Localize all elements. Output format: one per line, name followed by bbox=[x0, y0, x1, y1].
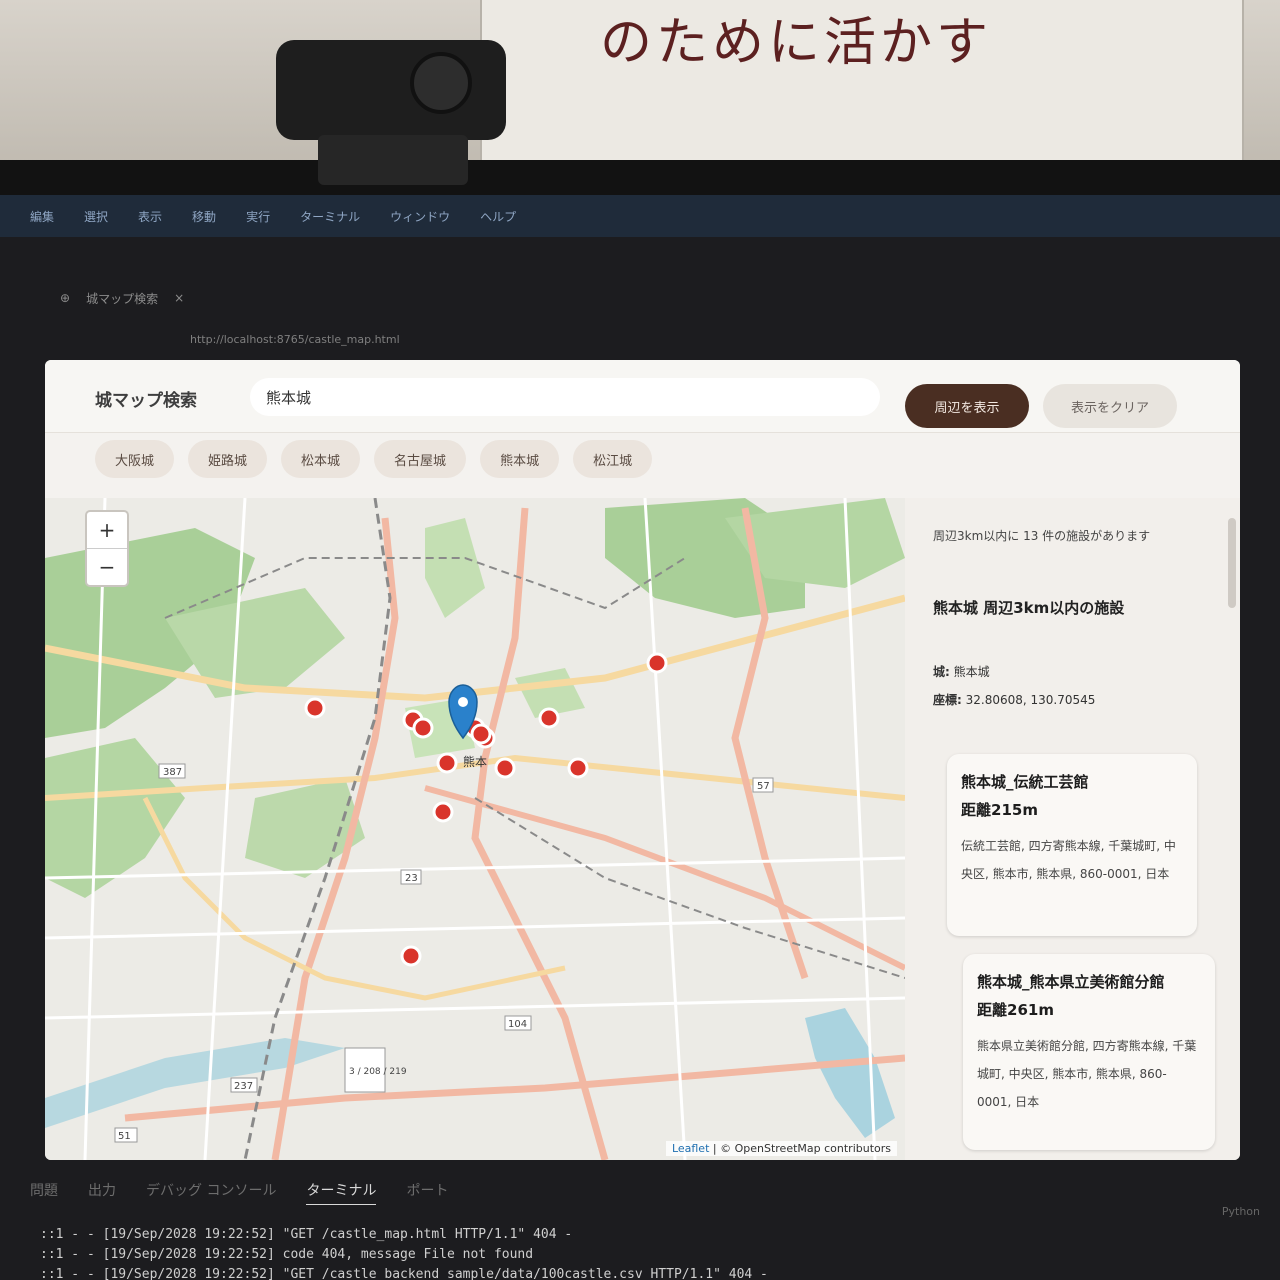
close-icon[interactable]: × bbox=[174, 291, 184, 305]
preset-chip[interactable]: 熊本城 bbox=[480, 440, 560, 478]
preset-chip[interactable]: 姫路城 bbox=[188, 440, 268, 478]
menu-item[interactable]: 実行 bbox=[246, 208, 270, 225]
preset-chip[interactable]: 名古屋城 bbox=[374, 440, 467, 478]
road-number-label: 237 bbox=[234, 1081, 253, 1092]
tab-output[interactable]: 出力 bbox=[88, 1180, 116, 1205]
railway bbox=[474, 797, 905, 979]
menu-item[interactable]: ヘルプ bbox=[480, 208, 516, 225]
road-number-label: 57 bbox=[757, 781, 770, 792]
tab-ports[interactable]: ポート bbox=[406, 1180, 448, 1205]
coord-label: 座標: bbox=[933, 693, 962, 707]
park-area bbox=[425, 518, 485, 618]
results-scrollbar[interactable] bbox=[1228, 518, 1236, 608]
map-attribution: Leaflet | © OpenStreetMap contributors bbox=[665, 1141, 897, 1156]
road-number-label: 51 bbox=[118, 1131, 131, 1142]
preview-url[interactable]: http://localhost:8765/castle_map.html bbox=[190, 333, 400, 346]
monitor-screen: 編集 選択 表示 移動 実行 ターミナル ウィンドウ ヘルプ ⊕ 城マップ検索 … bbox=[0, 195, 1280, 1280]
result-heading: 熊本城 周辺3km以内の施設 bbox=[933, 599, 1125, 617]
road-number-label: 23 bbox=[405, 873, 418, 884]
facility-address: 伝統工芸館, 四方寄熊本線, 千葉城町, 中央区, 熊本市, 熊本県, 860-… bbox=[961, 839, 1176, 881]
terminal-line: ::1 - - [19/Sep/2028 19:22:52] code 404,… bbox=[40, 1247, 534, 1262]
station-label: 熊本 bbox=[463, 754, 487, 769]
leaflet-link[interactable]: Leaflet bbox=[672, 1142, 709, 1155]
water-area bbox=[805, 1008, 895, 1138]
coord-value: 32.80608, 130.70545 bbox=[965, 693, 1096, 707]
menu-item[interactable]: 表示 bbox=[138, 208, 162, 225]
facility-card[interactable]: 熊本城_伝統工芸館 距離215m 伝統工芸館, 四方寄熊本線, 千葉城町, 中央… bbox=[947, 754, 1197, 936]
webcam bbox=[276, 40, 506, 140]
facility-name: 熊本城_伝統工芸館 bbox=[961, 773, 1089, 791]
editor-tab-title: 城マップ検索 bbox=[86, 291, 159, 306]
facility-distance: 距離215m bbox=[961, 801, 1038, 819]
facility-distance: 距離261m bbox=[977, 1001, 1054, 1019]
globe-icon: ⊕ bbox=[60, 291, 71, 305]
menu-item[interactable]: 移動 bbox=[192, 208, 216, 225]
show-nearby-button[interactable]: 周辺を表示 bbox=[905, 384, 1029, 428]
facility-address: 熊本県立美術館分館, 四方寄熊本線, 千葉城町, 中央区, 熊本市, 熊本県, … bbox=[977, 1039, 1197, 1109]
facility-marker[interactable] bbox=[432, 801, 454, 823]
results-panel: 周辺3km以内に 13 件の施設があります 熊本城 周辺3km以内の施設 城: … bbox=[905, 498, 1240, 1160]
facility-title: 熊本城_熊本県立美術館分館 距離261m bbox=[977, 968, 1201, 1024]
preset-chip[interactable]: 松本城 bbox=[281, 440, 361, 478]
facility-marker[interactable] bbox=[567, 757, 589, 779]
menu-item[interactable]: ウィンドウ bbox=[390, 208, 450, 225]
facility-title: 熊本城_伝統工芸館 距離215m bbox=[961, 768, 1183, 824]
webcam-clip bbox=[318, 135, 468, 185]
explorer-sidebar bbox=[0, 345, 40, 1045]
zoom-control: + − bbox=[85, 510, 129, 587]
editor-menubar: 編集 選択 表示 移動 実行 ターミナル ウィンドウ ヘルプ bbox=[0, 195, 1280, 237]
zoom-in-button[interactable]: + bbox=[87, 512, 127, 548]
castle-value: 熊本城 bbox=[953, 665, 990, 679]
result-summary: 周辺3km以内に 13 件の施設があります bbox=[933, 529, 1151, 543]
search-row: 城マップ検索 周辺を表示 表示をクリア bbox=[45, 360, 1240, 433]
map-view[interactable]: 387 57 23 104 237 51 3 / 208 / 219 熊本 + … bbox=[45, 498, 905, 1160]
bottom-panel-tabs: 問題 出力 デバッグ コンソール ターミナル ポート bbox=[30, 1180, 448, 1205]
editor-tab[interactable]: ⊕ 城マップ検索 × bbox=[60, 285, 184, 311]
terminal-line: ::1 - - [19/Sep/2028 19:22:52] "GET /cas… bbox=[40, 1227, 573, 1242]
preset-castle-list: 大阪城 姫路城 松本城 名古屋城 熊本城 松江城 bbox=[95, 440, 653, 478]
preset-chip[interactable]: 松江城 bbox=[573, 440, 653, 478]
browser-preview: 城マップ検索 周辺を表示 表示をクリア 大阪城 姫路城 松本城 名古屋城 熊本城… bbox=[45, 360, 1240, 1160]
webcam-lens bbox=[410, 52, 472, 114]
osm-attribution[interactable]: | © OpenStreetMap contributors bbox=[713, 1142, 891, 1155]
terminal-line: ::1 - - [19/Sep/2028 19:22:52] "GET /cas… bbox=[40, 1267, 768, 1280]
castle-info: 城: 熊本城 座標: 32.80608, 130.70545 bbox=[933, 658, 1095, 714]
castle-label: 城: bbox=[933, 665, 950, 679]
facility-marker[interactable] bbox=[470, 723, 492, 745]
terminal-language[interactable]: Python bbox=[1222, 1205, 1260, 1218]
facility-name: 熊本城_熊本県立美術館分館 bbox=[977, 973, 1165, 991]
road-number-label: 104 bbox=[508, 1019, 527, 1030]
preset-chip[interactable]: 大阪城 bbox=[95, 440, 175, 478]
poster-text: のために活かす bbox=[600, 13, 993, 73]
facility-marker[interactable] bbox=[304, 697, 326, 719]
facility-marker[interactable] bbox=[538, 707, 560, 729]
facility-marker[interactable] bbox=[412, 717, 434, 739]
road-number-label: 387 bbox=[163, 767, 182, 778]
tab-problems[interactable]: 問題 bbox=[30, 1180, 58, 1205]
terminal-output[interactable]: ::1 - - [19/Sep/2028 19:22:52] "GET /cas… bbox=[40, 1225, 768, 1280]
menu-item[interactable]: ターミナル bbox=[300, 208, 360, 225]
facility-marker[interactable] bbox=[400, 945, 422, 967]
zoom-out-button[interactable]: − bbox=[87, 548, 127, 585]
tab-debug-console[interactable]: デバッグ コンソール bbox=[146, 1180, 276, 1205]
road-number-label: 3 / 208 / 219 bbox=[349, 1067, 407, 1077]
facility-marker[interactable] bbox=[646, 652, 668, 674]
menu-item[interactable]: 選択 bbox=[84, 208, 108, 225]
clear-button[interactable]: 表示をクリア bbox=[1043, 384, 1177, 428]
castle-search-input[interactable] bbox=[250, 378, 880, 416]
facility-card[interactable]: 熊本城_熊本県立美術館分館 距離261m 熊本県立美術館分館, 四方寄熊本線, … bbox=[963, 954, 1215, 1150]
tab-terminal[interactable]: ターミナル bbox=[306, 1180, 377, 1205]
facility-marker[interactable] bbox=[494, 757, 516, 779]
facility-marker[interactable] bbox=[436, 752, 458, 774]
menu-item[interactable]: 編集 bbox=[30, 208, 54, 225]
app-title: 城マップ検索 bbox=[95, 391, 197, 411]
map-tiles: 387 57 23 104 237 51 3 / 208 / 219 熊本 bbox=[45, 498, 905, 1160]
